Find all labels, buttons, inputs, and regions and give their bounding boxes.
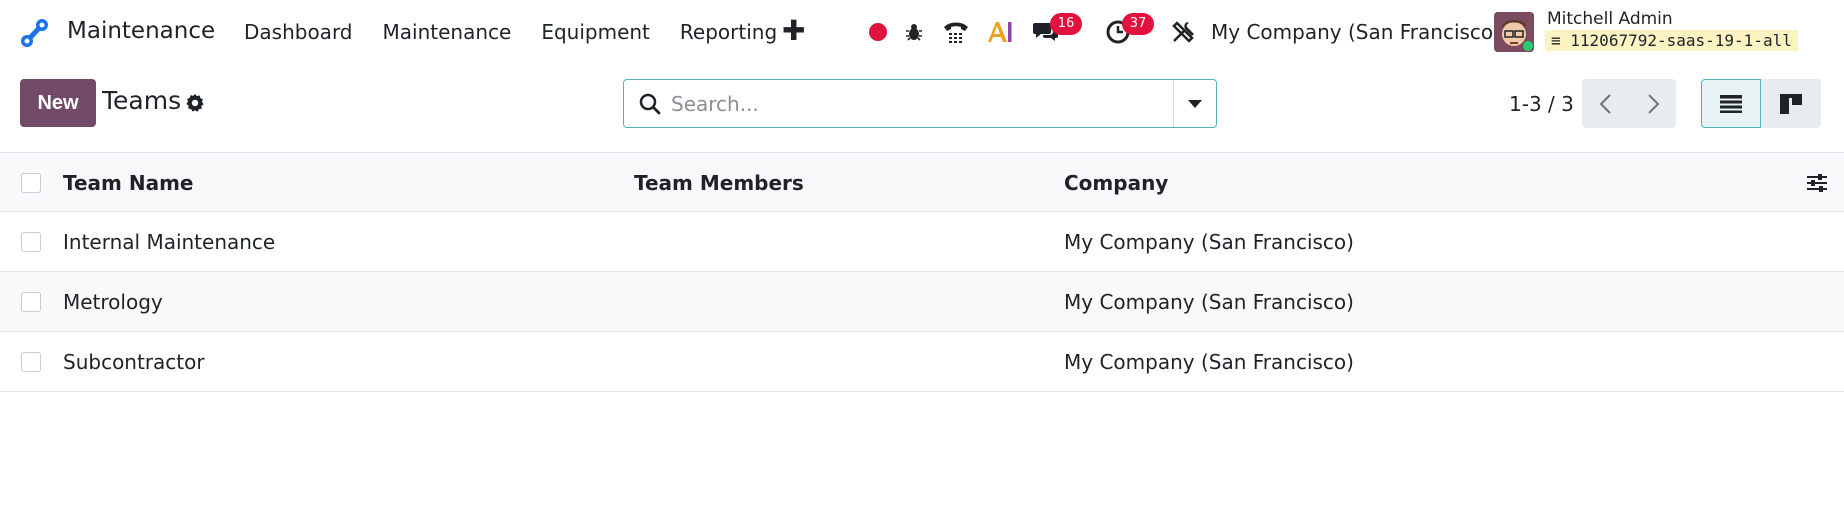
plus-icon[interactable]: ✚ [782, 14, 805, 47]
user-name[interactable]: Mitchell Admin [1547, 9, 1673, 29]
teams-table: Team Name Team Members Company Internal … [0, 152, 1844, 392]
menu-item-maintenance[interactable]: Maintenance [383, 20, 512, 44]
database-name-text: 112067792-saas-19-1-all [1570, 31, 1792, 50]
kanban-view-icon [1780, 93, 1802, 114]
chevron-left-icon [1599, 93, 1611, 114]
sliders-icon[interactable] [1805, 171, 1829, 195]
phone-icon[interactable] [940, 16, 972, 48]
cell-team-name: Metrology [63, 290, 163, 314]
app-logo-icon[interactable] [18, 16, 52, 50]
list-view-icon [1720, 94, 1742, 113]
search-options-toggle[interactable] [1173, 80, 1216, 127]
pager-previous-button[interactable] [1582, 79, 1629, 128]
chevron-right-icon [1647, 93, 1659, 114]
column-header-team-members[interactable]: Team Members [634, 171, 804, 195]
cell-company: My Company (San Francisco) [1064, 290, 1354, 314]
row-checkbox[interactable] [21, 352, 41, 372]
column-header-company[interactable]: Company [1064, 171, 1168, 195]
cell-team-name: Subcontractor [63, 350, 205, 374]
list-view-button[interactable] [1701, 79, 1761, 128]
select-all-checkbox[interactable] [21, 173, 41, 193]
ai-icon[interactable] [984, 16, 1016, 48]
pager-value[interactable]: 1-3 / 3 [1509, 92, 1574, 116]
row-checkbox[interactable] [21, 232, 41, 252]
messages-badge: 16 [1050, 13, 1082, 35]
gear-icon[interactable] [184, 92, 206, 114]
bug-icon[interactable] [898, 16, 930, 48]
menu-item-dashboard[interactable]: Dashboard [244, 20, 353, 44]
avatar[interactable] [1494, 12, 1534, 52]
chat-icon[interactable]: 16 [1030, 13, 1082, 48]
app-name[interactable]: Maintenance [67, 18, 215, 44]
table-header: Team Name Team Members Company [0, 152, 1844, 212]
cell-company: My Company (San Francisco) [1064, 230, 1354, 254]
cell-team-name: Internal Maintenance [63, 230, 276, 254]
database-name: ≡ 112067792-saas-19-1-all [1545, 30, 1798, 51]
table-row[interactable]: Subcontractor My Company (San Francisco) [0, 332, 1844, 392]
top-navbar: Maintenance Dashboard Maintenance Equipm… [0, 0, 1844, 66]
page-title: Teams [102, 86, 182, 115]
chevron-down-icon [1188, 99, 1202, 108]
activities-badge: 37 [1122, 13, 1154, 35]
kanban-view-button[interactable] [1761, 79, 1821, 128]
tools-icon[interactable] [1167, 16, 1199, 48]
menu-item-equipment[interactable]: Equipment [541, 20, 650, 44]
search-bar [623, 79, 1217, 128]
database-icon: ≡ [1551, 31, 1561, 50]
search-input[interactable] [671, 88, 1091, 120]
search-icon [639, 93, 661, 115]
main-menu: Dashboard Maintenance Equipment Reportin… [244, 20, 777, 44]
clock-icon[interactable]: 37 [1102, 13, 1154, 48]
column-header-team-name[interactable]: Team Name [63, 171, 194, 195]
row-checkbox[interactable] [21, 292, 41, 312]
cell-company: My Company (San Francisco) [1064, 350, 1354, 374]
company-switcher[interactable]: My Company (San Francisco) [1211, 20, 1501, 44]
new-button[interactable]: New [20, 79, 96, 127]
record-icon[interactable] [862, 16, 894, 48]
menu-item-reporting[interactable]: Reporting [680, 20, 777, 44]
pager-next-button[interactable] [1629, 79, 1676, 128]
table-row[interactable]: Internal Maintenance My Company (San Fra… [0, 212, 1844, 272]
table-row[interactable]: Metrology My Company (San Francisco) [0, 272, 1844, 332]
